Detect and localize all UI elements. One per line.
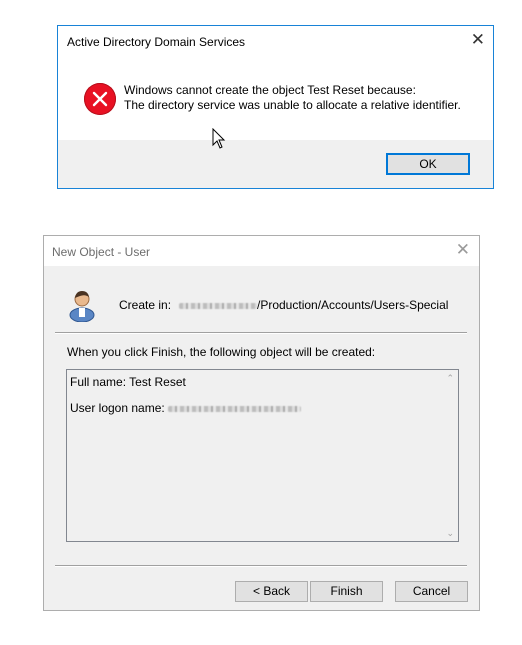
close-icon[interactable]: ✕ <box>471 30 485 50</box>
scroll-down-icon[interactable]: ⌄ <box>446 528 454 539</box>
scroll-up-icon[interactable]: ⌃ <box>446 373 454 384</box>
back-button[interactable]: < Back <box>235 581 308 602</box>
create-in-label: Create in: <box>119 298 172 312</box>
logon-label: User logon name: <box>70 401 165 415</box>
error-message-line1: Windows cannot create the object Test Re… <box>124 83 416 97</box>
create-in-path: /Production/Accounts/Users-Special <box>179 298 448 312</box>
redacted-domain <box>179 302 257 309</box>
finish-button[interactable]: Finish <box>310 581 383 602</box>
error-message-line2: The directory service was unable to allo… <box>124 98 461 112</box>
close-icon[interactable]: ✕ <box>456 240 470 260</box>
summary-logon-name: User logon name: <box>70 401 302 415</box>
title-bar: New Object - User ✕ <box>44 236 479 266</box>
mouse-pointer-icon <box>212 128 226 149</box>
dialog-title: New Object - User <box>52 245 151 259</box>
redacted-logon <box>168 405 302 412</box>
cancel-button[interactable]: Cancel <box>395 581 468 602</box>
finish-message: When you click Finish, the following obj… <box>67 345 376 359</box>
error-dialog-title: Active Directory Domain Services <box>67 35 246 49</box>
separator <box>55 332 467 333</box>
new-object-user-dialog: New Object - User ✕ Create in: /Producti… <box>43 235 480 611</box>
user-icon <box>69 291 95 322</box>
summary-box[interactable]: Full name: Test Reset User logon name: ⌃… <box>66 369 459 542</box>
error-icon <box>84 83 116 115</box>
create-in-path-text: /Production/Accounts/Users-Special <box>257 298 449 312</box>
error-dialog: Active Directory Domain Services ✕ Windo… <box>57 25 494 189</box>
separator <box>55 565 467 566</box>
error-message: Windows cannot create the object Test Re… <box>124 83 461 113</box>
summary-full-name: Full name: Test Reset <box>70 375 186 389</box>
ok-button[interactable]: OK <box>386 153 470 175</box>
